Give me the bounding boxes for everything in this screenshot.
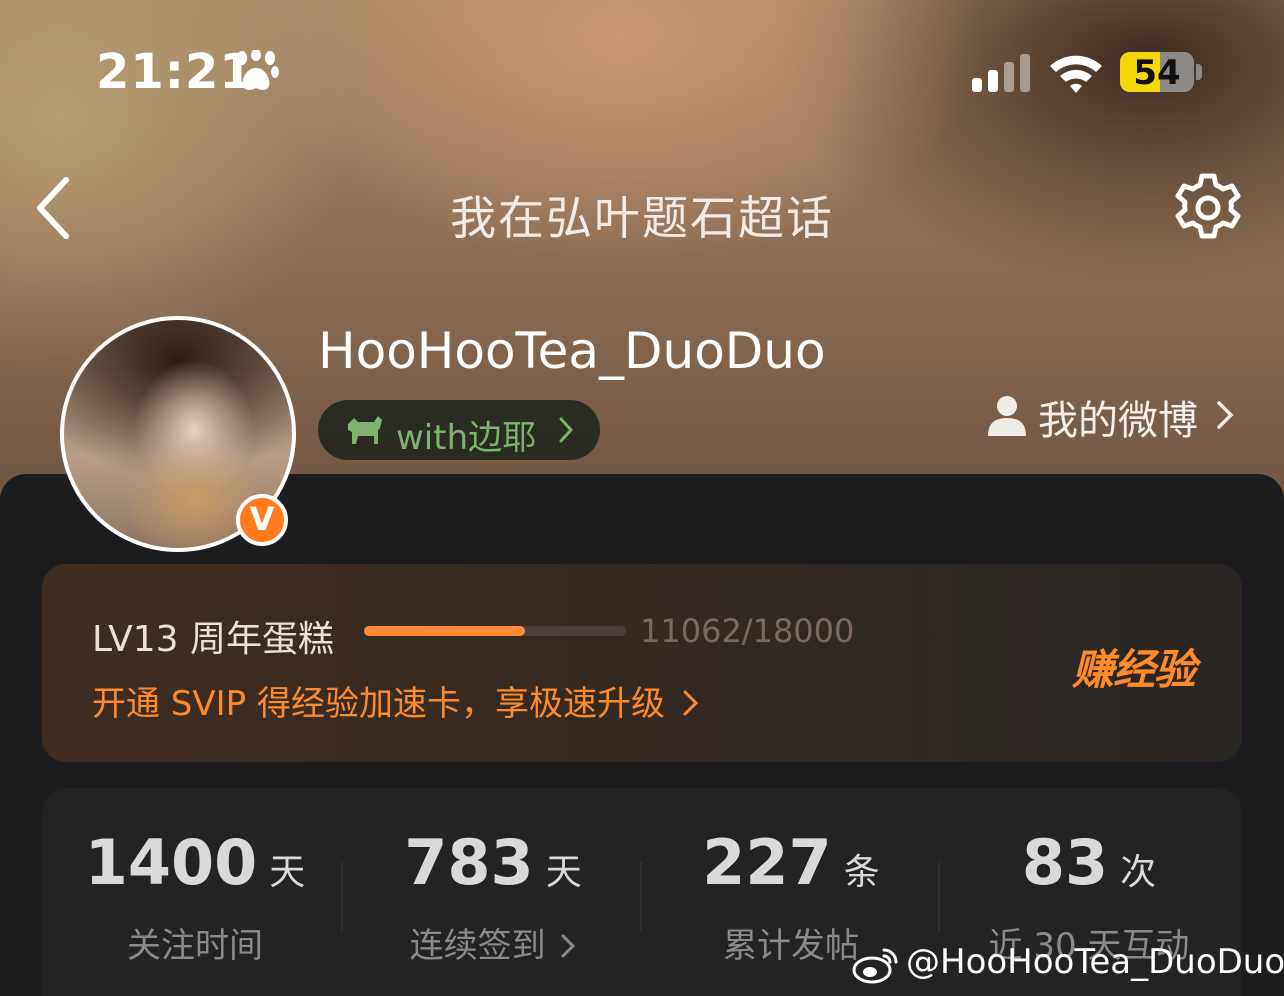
level-progress-bar bbox=[364, 626, 626, 636]
paw-icon bbox=[233, 50, 279, 90]
stat-value: 227 bbox=[702, 826, 832, 899]
person-icon bbox=[988, 396, 1026, 436]
battery-indicator: 54 bbox=[1120, 52, 1194, 92]
stat-unit: 次 bbox=[1120, 852, 1157, 893]
chevron-right-icon bbox=[561, 934, 576, 958]
dog-icon bbox=[348, 416, 382, 444]
stat-follow-days: 1400 天 关注时间 bbox=[46, 826, 344, 966]
battery-level: 54 bbox=[1133, 53, 1181, 92]
level-label: LV13 周年蛋糕 bbox=[92, 619, 334, 660]
level-progress-text: 11062/18000 bbox=[640, 612, 855, 650]
svip-promo-link[interactable]: 开通 SVIP 得经验加速卡，享极速升级 bbox=[92, 676, 700, 725]
companion-label: with边耶 bbox=[396, 418, 537, 458]
companion-pill[interactable]: with边耶 bbox=[318, 400, 600, 460]
chevron-right-icon bbox=[1217, 401, 1234, 429]
svip-promo-text: 开通 SVIP 得经验加速卡，享极速升级 bbox=[92, 684, 665, 724]
watermark-text: @HooHooTea_DuoDuo bbox=[906, 942, 1284, 982]
chevron-right-icon bbox=[559, 417, 574, 443]
stat-unit: 条 bbox=[843, 852, 880, 893]
stat-unit: 天 bbox=[269, 852, 306, 893]
wifi-icon bbox=[1050, 55, 1102, 93]
page-title: 我在弘叶题石超话 bbox=[450, 191, 834, 245]
battery-tip bbox=[1196, 64, 1202, 80]
stat-total-posts: 227 条 累计发帖 bbox=[642, 826, 940, 966]
stat-value: 783 bbox=[404, 826, 534, 899]
my-weibo-label: 我的微博 bbox=[1038, 398, 1198, 444]
stat-unit: 天 bbox=[545, 852, 582, 893]
gear-icon[interactable] bbox=[1172, 172, 1244, 244]
chevron-right-icon bbox=[683, 690, 698, 716]
verified-badge: V bbox=[236, 494, 288, 546]
level-progress-fill bbox=[364, 626, 526, 636]
stat-value: 83 bbox=[1021, 826, 1109, 899]
stat-recent-interactions: 83 次 近 30 天互动 bbox=[940, 826, 1238, 966]
earn-xp-button[interactable]: 赚经验 bbox=[1072, 636, 1196, 697]
chevron-left-icon[interactable] bbox=[34, 176, 74, 240]
stat-label-row: 连续签到 bbox=[344, 918, 642, 967]
signal-icon bbox=[972, 54, 1030, 92]
stat-label: 关注时间 bbox=[127, 926, 263, 966]
status-time: 21:21 bbox=[96, 44, 254, 100]
level-card[interactable] bbox=[42, 564, 1242, 762]
weibo-logo-icon bbox=[852, 948, 898, 984]
stat-value: 1400 bbox=[84, 826, 258, 899]
divider bbox=[341, 862, 343, 932]
username: HooHooTea_DuoDuo bbox=[318, 322, 826, 380]
stat-label: 连续签到 bbox=[409, 926, 546, 966]
stat-checkin-streak[interactable]: 783 天 连续签到 bbox=[344, 826, 642, 966]
